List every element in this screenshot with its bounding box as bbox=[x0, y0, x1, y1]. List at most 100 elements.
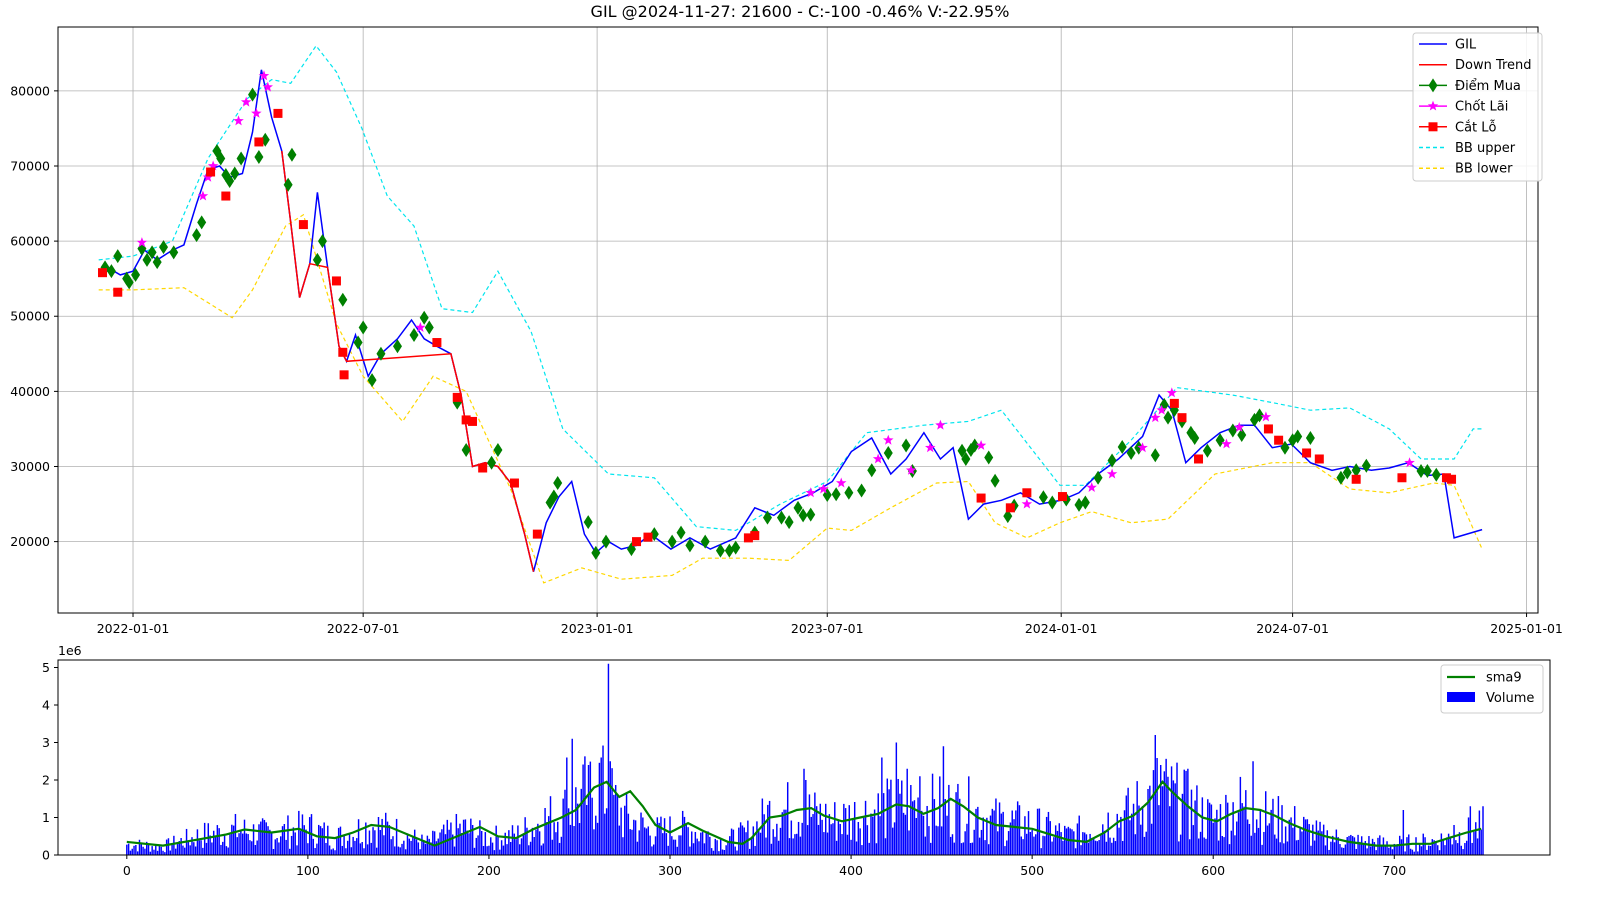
volume-bar bbox=[1451, 844, 1453, 855]
volume-bar bbox=[1208, 802, 1211, 855]
volume-bar bbox=[1074, 848, 1077, 855]
diamond-marker bbox=[857, 483, 867, 498]
volume-bar bbox=[674, 839, 677, 855]
volume-bar bbox=[667, 845, 669, 855]
volume-bar bbox=[1406, 837, 1408, 855]
volume-bar bbox=[696, 838, 698, 855]
volume-bar bbox=[502, 845, 505, 855]
volume-bar bbox=[394, 846, 396, 855]
volume-bar bbox=[343, 835, 345, 855]
volume-bar bbox=[1054, 825, 1057, 855]
volume-bar bbox=[633, 819, 635, 855]
volume-bar bbox=[249, 840, 251, 855]
volume-bar bbox=[319, 826, 322, 855]
x-tick-label: 2023-07-01 bbox=[791, 621, 864, 636]
volume-bar bbox=[214, 836, 217, 855]
volume-bar bbox=[719, 837, 722, 855]
volume-bar bbox=[951, 834, 954, 855]
volume-bar bbox=[254, 845, 257, 855]
volume-bar bbox=[987, 844, 990, 855]
volume-bar bbox=[642, 817, 644, 855]
volume-bar bbox=[1094, 840, 1097, 855]
volume-bar bbox=[968, 776, 970, 855]
volume-bar bbox=[868, 842, 870, 855]
volume-bar bbox=[466, 830, 468, 855]
volume-bar bbox=[417, 842, 420, 855]
legend-label: BB lower bbox=[1455, 162, 1513, 177]
volume-bar bbox=[187, 840, 190, 855]
volume-bar bbox=[486, 846, 488, 855]
volume-bar bbox=[184, 847, 186, 855]
volume-bar bbox=[263, 819, 266, 855]
volume-bar bbox=[484, 832, 487, 855]
volume-bar bbox=[301, 814, 304, 855]
volume-bar bbox=[949, 836, 952, 855]
volume-bar bbox=[346, 840, 349, 855]
volume-bar bbox=[1426, 849, 1428, 855]
volume-bar bbox=[1353, 837, 1356, 855]
volume-bar bbox=[356, 838, 358, 855]
volume-bar bbox=[665, 833, 668, 855]
volume-bar bbox=[357, 819, 360, 855]
volume-y-tick-label: 5 bbox=[42, 660, 50, 675]
volume-bar bbox=[602, 745, 604, 855]
volume-bar bbox=[638, 830, 640, 855]
volume-bar bbox=[1217, 840, 1220, 855]
volume-bar bbox=[1322, 824, 1325, 855]
volume-bar bbox=[1391, 849, 1394, 855]
volume-bar bbox=[383, 835, 385, 855]
volume-y-tick-label: 3 bbox=[42, 735, 50, 750]
volume-bar bbox=[830, 824, 832, 855]
volume-bar bbox=[272, 849, 275, 855]
volume-bar bbox=[1371, 838, 1374, 855]
volume-bar bbox=[327, 825, 329, 855]
volume-bar bbox=[852, 819, 854, 855]
volume-bar bbox=[1440, 833, 1443, 855]
volume-bar bbox=[446, 819, 449, 855]
volume-bar bbox=[1350, 834, 1352, 855]
volume-bar bbox=[455, 813, 458, 855]
volume-bar bbox=[336, 836, 338, 855]
volume-bar bbox=[337, 827, 340, 855]
volume-bar bbox=[931, 773, 934, 855]
volume-bar bbox=[683, 816, 686, 855]
volume-bar bbox=[754, 845, 756, 855]
volume-bar bbox=[948, 784, 950, 855]
volume-bar bbox=[897, 778, 899, 855]
volume-bar bbox=[609, 761, 611, 855]
diamond-marker bbox=[1047, 495, 1057, 510]
volume-bar bbox=[258, 824, 260, 855]
price-legend: GIL Down Trend Điểm Mua Chốt Lãi Cắt Lỗ BB up… bbox=[1412, 32, 1543, 182]
volume-bar bbox=[922, 815, 925, 855]
volume-bar bbox=[705, 832, 707, 855]
volume-bar bbox=[227, 847, 229, 855]
volume-bar bbox=[1476, 838, 1479, 855]
volume-bar bbox=[1455, 840, 1457, 855]
volume-bar bbox=[182, 845, 184, 855]
volume-bar bbox=[689, 846, 691, 855]
volume-bar bbox=[240, 831, 242, 855]
volume-bar bbox=[1339, 844, 1341, 855]
volume-bar bbox=[1203, 837, 1205, 855]
diamond-marker bbox=[553, 476, 563, 491]
volume-bar bbox=[1265, 791, 1267, 855]
volume-bar bbox=[893, 822, 896, 855]
volume-bar bbox=[243, 819, 246, 855]
volume-bar bbox=[564, 789, 566, 855]
volume-bar bbox=[631, 829, 633, 855]
volume-bar bbox=[1199, 831, 1202, 855]
star-marker bbox=[1166, 387, 1177, 398]
diamond-marker bbox=[1074, 497, 1084, 512]
volume-bar bbox=[1198, 838, 1200, 855]
volume-bar bbox=[442, 824, 445, 855]
volume-bar bbox=[1386, 841, 1388, 855]
volume-bar bbox=[285, 839, 287, 855]
volume-bar bbox=[908, 830, 910, 855]
volume-bar bbox=[1188, 839, 1191, 855]
volume-x-tick-label: 400 bbox=[839, 863, 863, 878]
volume-bar bbox=[848, 805, 850, 855]
volume-bar bbox=[660, 816, 662, 855]
volume-bar bbox=[598, 762, 601, 855]
volume-bar bbox=[1283, 843, 1285, 855]
diamond-marker bbox=[1163, 410, 1173, 425]
